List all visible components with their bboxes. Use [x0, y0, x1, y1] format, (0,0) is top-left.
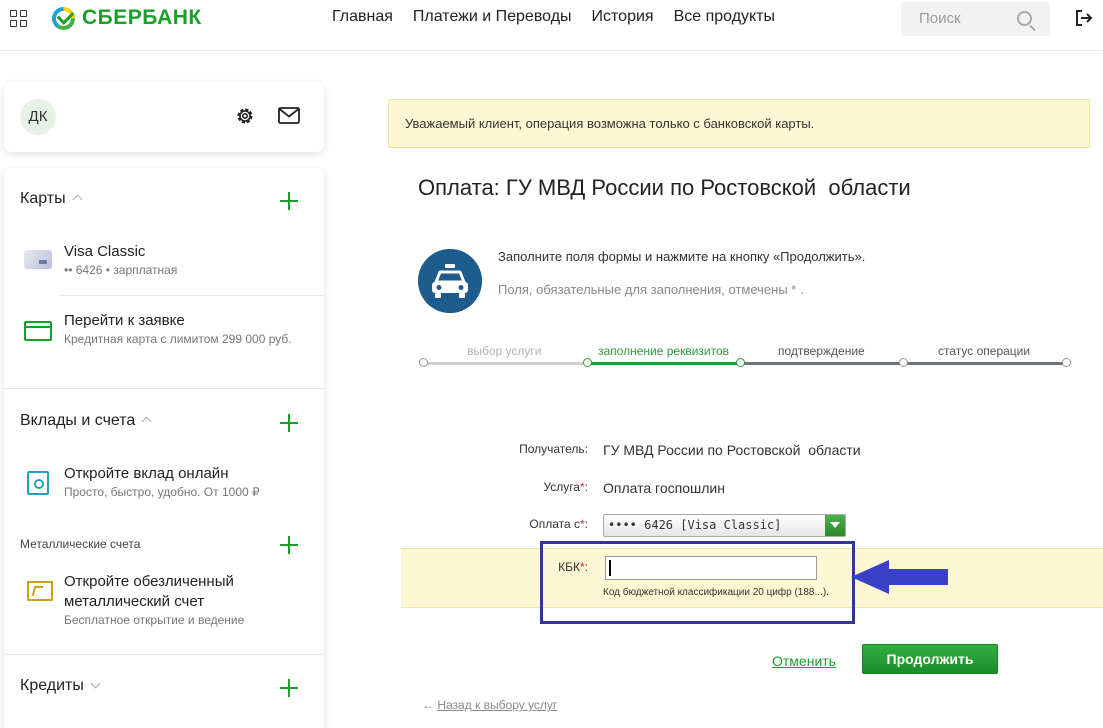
credits-section-title: Кредиты	[20, 677, 84, 694]
deposits-section-title: Вклады и счета	[20, 412, 136, 429]
open-deposit-title[interactable]: Откройте вклад онлайн	[64, 464, 228, 484]
notice-banner: Уважаемый клиент, операция возможна толь…	[388, 99, 1090, 148]
add-card-plus-icon[interactable]	[280, 192, 298, 210]
cancel-link[interactable]: Отменить	[772, 653, 836, 669]
sberbank-logo-icon	[52, 6, 75, 30]
search-input[interactable]: Поиск	[901, 2, 1050, 36]
required-fields-note: Поля, обязательные для заполнения, отмеч…	[498, 282, 804, 297]
chevron-down-icon	[90, 678, 101, 689]
step-dot-3	[736, 358, 745, 367]
avatar[interactable]: ДК	[20, 99, 56, 135]
recipient-label: Получатель:	[519, 442, 588, 456]
service-label: Услуга*:	[543, 480, 588, 494]
chevron-up-icon	[141, 416, 152, 427]
sidebar-panel: Карты Visa Classic •• 6426 • зарплатная …	[4, 168, 324, 728]
step-dot-4	[899, 358, 908, 367]
divider	[60, 295, 324, 296]
deposit-safe-icon	[27, 471, 49, 495]
nav-item-all-products[interactable]: Все продукты	[674, 8, 775, 26]
notice-text: Уважаемый клиент, операция возможна толь…	[405, 116, 815, 131]
add-metal-account-plus-icon[interactable]	[280, 536, 298, 554]
divider	[4, 654, 324, 655]
credit-card-icon	[24, 321, 52, 341]
back-link-text: Назад к выбору услуг	[437, 698, 558, 712]
step-line-1	[422, 362, 588, 365]
step-dot-5	[1062, 358, 1071, 367]
arrow-left-annotation-icon	[851, 560, 948, 594]
deposits-section-header[interactable]: Вклады и счета	[20, 412, 152, 430]
form-instructions: Заполните поля формы и нажмите на кнопку…	[498, 249, 866, 264]
mail-icon[interactable]	[278, 107, 300, 124]
metal-account-subtitle: Бесплатное открытие и ведение	[64, 613, 245, 627]
step-dot-1	[419, 358, 428, 367]
credit-application-title[interactable]: Перейти к заявке	[64, 311, 185, 331]
payment-source-value: •••• 6426 [Visa Classic]	[608, 518, 782, 532]
metal-account-title-line2[interactable]: металлический счет	[64, 592, 204, 612]
nav-item-history[interactable]: История	[592, 8, 654, 26]
step-dot-2	[583, 358, 592, 367]
step-select-service: выбор услуги	[467, 344, 542, 358]
sberbank-logo[interactable]: СБЕРБАНК	[52, 6, 202, 30]
step-fill-details: заполнение реквизитов	[598, 344, 730, 358]
back-to-services-link[interactable]: ← Назад к выбору услуг	[422, 698, 557, 712]
nav-item-home[interactable]: Главная	[332, 8, 393, 26]
metal-bar-icon	[27, 581, 53, 601]
arrow-left-icon: ←	[422, 698, 434, 712]
service-value: Оплата госпошлин	[603, 480, 725, 496]
visa-card-icon	[24, 250, 52, 269]
search-placeholder: Поиск	[919, 10, 961, 27]
open-deposit-subtitle: Просто, быстро, удобно. От 1000 ₽	[64, 485, 260, 499]
chevron-down-icon[interactable]	[825, 515, 845, 536]
card-visa-classic-title[interactable]: Visa Classic	[64, 242, 145, 262]
card-visa-classic-subtitle: •• 6426 • зарплатная	[64, 263, 178, 277]
add-deposit-plus-icon[interactable]	[280, 414, 298, 432]
logo-text: СБЕРБАНК	[82, 6, 202, 29]
metal-accounts-header[interactable]: Металлические счета	[20, 537, 140, 551]
step-confirmation: подтверждение	[778, 344, 865, 358]
credits-section-header[interactable]: Кредиты	[20, 677, 101, 695]
recipient-value: ГУ МВД России по Ростовской области	[603, 442, 861, 458]
apps-grid-icon[interactable]	[10, 10, 27, 27]
page-title: Оплата: ГУ МВД России по Ростовской обла…	[418, 175, 911, 200]
payment-source-label: Оплата с*:	[529, 517, 588, 531]
add-credit-plus-icon[interactable]	[280, 679, 298, 697]
cards-section-header[interactable]: Карты	[20, 190, 83, 208]
step-line-2	[588, 362, 740, 365]
search-icon[interactable]	[1017, 11, 1032, 26]
progress-steps: выбор услуги заполнение реквизитов подтв…	[418, 340, 1078, 380]
logout-icon[interactable]	[1075, 9, 1093, 27]
kbk-annotation-box	[540, 541, 855, 624]
credit-application-subtitle: Кредитная карта с лимитом 299 000 руб.	[64, 332, 292, 346]
divider	[4, 388, 324, 389]
nav-item-payments[interactable]: Платежи и Переводы	[413, 8, 572, 26]
step-operation-status: статус операции	[938, 344, 1031, 358]
metal-account-title-line1[interactable]: Откройте обезличенный	[64, 572, 234, 592]
continue-button[interactable]: Продолжить	[862, 644, 998, 674]
payment-source-select[interactable]: •••• 6426 [Visa Classic]	[603, 514, 846, 537]
cards-section-title: Карты	[20, 190, 66, 207]
top-bar: СБЕРБАНК Главная Платежи и Переводы Исто…	[0, 0, 1103, 51]
gear-icon[interactable]	[235, 106, 255, 126]
police-car-icon	[418, 249, 482, 313]
profile-card: ДК	[4, 82, 324, 152]
chevron-up-icon	[72, 194, 83, 205]
main-nav: Главная Платежи и Переводы История Все п…	[332, 8, 775, 26]
